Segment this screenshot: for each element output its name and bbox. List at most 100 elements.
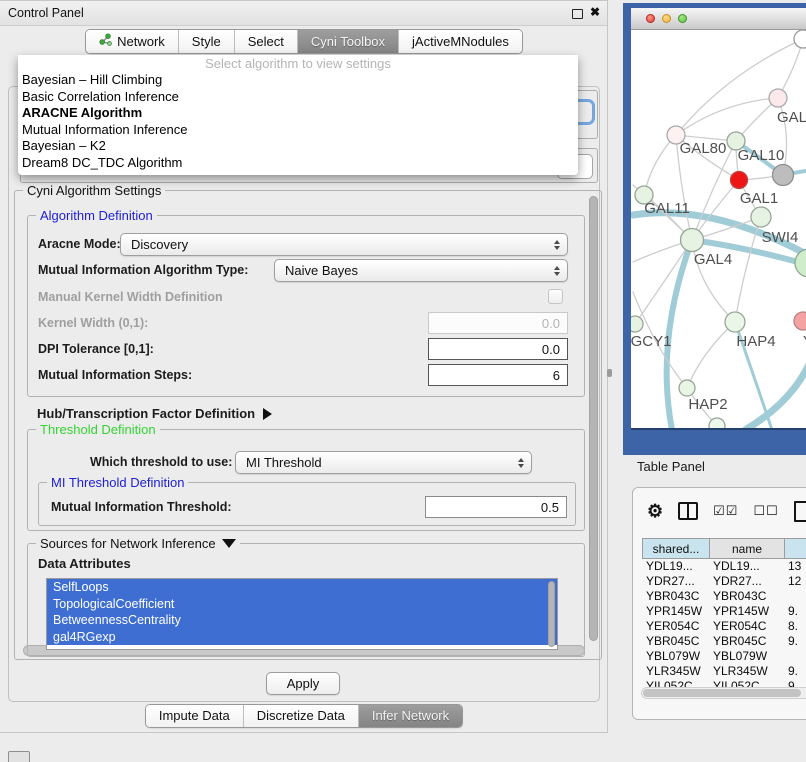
table-header-row: shared...name [642,538,806,559]
network-node[interactable] [751,207,771,227]
mi-steps-field[interactable]: 6 [428,364,568,386]
table-row[interactable]: YPR145WYPR145W9. [642,604,806,619]
table-cell: YDL19... [709,559,784,574]
network-canvas[interactable]: GALGAL80GAL10GAL1GAL11SWI4GAL4GCY1HAP4YH… [631,30,806,430]
network-edge[interactable] [676,98,778,135]
attribute-item-gal4rgexp[interactable]: gal4RGexp [47,629,557,646]
table-cell: YLR345W [642,664,709,679]
algorithm-option-bayesian-k2[interactable]: Bayesian – K2 [18,138,578,155]
algorithm-option-bayesian-hill-climbing[interactable]: Bayesian – Hill Climbing [18,72,578,89]
node-label-hap4: HAP4 [736,333,775,350]
network-node[interactable] [794,30,806,48]
dpi-tolerance-label: DPI Tolerance [0,1]: [38,342,154,356]
table-horizontal-scrollbar-thumb[interactable] [643,689,801,697]
float-window-icon[interactable] [572,9,583,19]
split-columns-icon[interactable] [678,502,698,520]
table-row[interactable]: YDR27...YDR27...12 [642,574,806,589]
tab-style[interactable]: Style [178,30,234,53]
dpi-tolerance-field[interactable]: 0.0 [428,338,568,360]
table-row[interactable]: YDL19...YDL19...13 [642,559,806,574]
network-node[interactable] [795,249,806,277]
which-threshold-value: MI Threshold [246,455,322,470]
network-node[interactable] [679,380,695,396]
tab-cyni-toolbox[interactable]: Cyni Toolbox [297,30,398,53]
new-table-icon[interactable] [794,501,806,522]
unselect-all-columns-icon[interactable]: ☐☐ [753,503,778,519]
hub-factor-section[interactable]: Hub/Transcription Factor Definition [37,405,272,423]
apply-button[interactable]: Apply [266,672,340,695]
node-label-gcy1: GCY1 [631,333,671,350]
network-node[interactable] [725,312,745,332]
table-row[interactable]: YBL079WYBL079W [642,649,806,664]
kernel-width-field[interactable]: 0.0 [428,312,568,334]
bottom-tab-infer-network[interactable]: Infer Network [358,705,462,727]
table-cell: 9. [784,604,806,619]
bottom-tab-impute-data[interactable]: Impute Data [146,705,243,727]
stepper-arrows-icon [554,240,560,250]
mi-algorithm-type-select[interactable]: Naive Bayes [274,259,568,282]
network-edge[interactable] [644,135,676,195]
sources-group: Sources for Network Inference Data Attri… [27,543,585,657]
attribute-item-topologicalcoefficient[interactable]: TopologicalCoefficient [47,596,557,613]
table-cell: 8. [784,619,806,634]
minimize-traffic-light-icon[interactable] [662,14,671,23]
attribute-item-betweennesscentrality[interactable]: BetweennessCentrality [47,612,557,629]
close-icon[interactable]: ✖ [590,5,600,19]
node-label-gal11: GAL11 [644,200,690,217]
table-row[interactable]: YER054CYER054C8. [642,619,806,634]
network-node[interactable] [709,418,725,428]
column-header-name[interactable]: name [710,539,785,558]
gear-icon[interactable]: ⚙ [647,501,663,521]
network-node[interactable] [773,165,794,186]
list-vertical-scrollbar[interactable] [548,581,555,647]
network-edge[interactable] [635,240,692,324]
table-cell: YBR043C [709,589,784,604]
algorithm-option-mutual-information-inference[interactable]: Mutual Information Inference [18,122,578,139]
split-pane-divider-handle[interactable] [607,369,612,377]
bottom-tab-discretize-data[interactable]: Discretize Data [243,705,358,727]
table-row[interactable]: YLR345WYLR345W9. [642,664,806,679]
close-traffic-light-icon[interactable] [646,14,655,23]
algorithm-option-aracne-algorithm[interactable]: ARACNE Algorithm [18,105,578,122]
network-node[interactable] [769,89,787,107]
which-threshold-label: Which threshold to use: [90,455,232,469]
algorithm-option-dream8-dc-tdc-algorithm[interactable]: Dream8 DC_TDC Algorithm [18,155,578,172]
sources-title[interactable]: Sources for Network Inference [36,536,240,551]
aracne-mode-label: Aracne Mode: [38,237,121,251]
column-header-shared[interactable]: shared... [643,539,710,558]
algorithm-option-basic-correlation-inference[interactable]: Basic Correlation Inference [18,89,578,106]
minimized-panel-icon[interactable] [8,751,30,762]
control-panel: Control Panel ✖ NetworkStyleSelectCyni T… [0,0,608,733]
tab-label: jActiveMNodules [412,34,509,49]
zoom-traffic-light-icon[interactable] [678,14,687,23]
network-edge[interactable] [687,322,735,388]
stepper-arrows-icon [554,266,560,276]
network-window-titlebar[interactable] [631,8,806,30]
table-horizontal-scrollbar[interactable] [641,687,806,699]
select-all-columns-icon[interactable]: ☑☑ [713,503,738,519]
aracne-mode-select[interactable]: Discovery [120,233,568,256]
which-threshold-select[interactable]: MI Threshold [235,451,532,474]
data-attributes-list[interactable]: SelfLoopsTopologicalCoefficientBetweenne… [46,578,558,650]
table-row[interactable]: YBR045CYBR045C9. [642,634,806,649]
algorithm-dropdown-list: Select algorithm to view settings Bayesi… [18,55,578,175]
column-header-extra[interactable] [785,539,806,558]
network-node[interactable] [681,229,704,252]
algorithm-definition-group: Algorithm Definition Aracne Mode: Discov… [27,215,585,397]
tab-network[interactable]: Network [86,30,178,53]
table-cell: YPR145W [709,604,784,619]
manual-kernel-width-checkbox[interactable] [548,289,563,304]
attribute-item-selfloops[interactable]: SelfLoops [47,579,557,596]
table-row[interactable]: YBR043CYBR043C [642,589,806,604]
settings-group-title: Cyni Algorithm Settings [23,183,165,198]
mi-threshold-field[interactable]: 0.5 [425,496,567,518]
network-edge[interactable] [745,362,806,428]
tab-jactivemnodules[interactable]: jActiveMNodules [398,30,522,53]
hub-factor-label: Hub/Transcription Factor Definition [37,406,255,421]
network-node[interactable] [631,316,643,332]
network-node[interactable] [794,312,806,330]
tab-select[interactable]: Select [234,30,297,53]
mi-steps-label: Mutual Information Steps: [38,368,192,382]
network-node[interactable] [731,172,748,189]
settings-vertical-scrollbar[interactable] [589,196,598,641]
